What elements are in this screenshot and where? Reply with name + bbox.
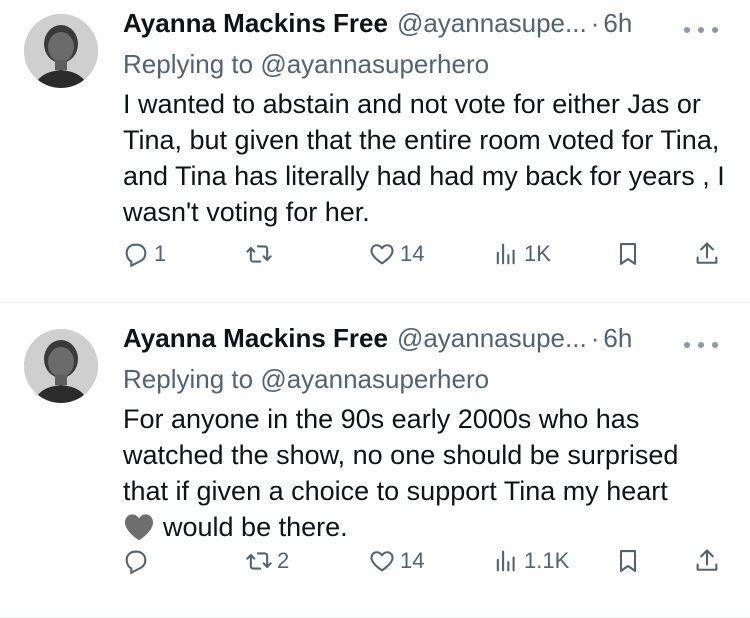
views-icon <box>496 550 515 572</box>
timestamp[interactable]: 6h <box>603 323 632 354</box>
reply-icon <box>125 243 147 268</box>
views-icon <box>496 243 515 265</box>
author-name[interactable]: Ayanna Mackins Free <box>123 323 388 354</box>
tweet-text-after-emoji: would be there. <box>163 512 348 542</box>
like-count: 14 <box>400 241 425 266</box>
views-count: 1.1K <box>524 548 570 573</box>
tweet-actions: 2 14 1.1K <box>0 547 718 583</box>
like-button[interactable]: 14 <box>368 547 424 575</box>
separator-dot: · <box>590 323 600 353</box>
tweet-header: Ayanna Mackins Free @ayannasupe... · 6h <box>123 8 730 46</box>
author-handle[interactable]: @ayannasupe... <box>397 323 587 354</box>
separator-dot: · <box>590 8 600 38</box>
reply-icon <box>125 550 147 575</box>
replying-prefix: Replying to <box>123 364 254 394</box>
like-count: 14 <box>400 548 425 573</box>
retweet-icon <box>246 245 272 263</box>
tweet-text: For anyone in the 90s early 2000s who ha… <box>123 401 730 551</box>
reply-button[interactable]: 1 <box>122 240 166 268</box>
bookmark-button[interactable] <box>614 240 642 268</box>
heart-emoji-icon <box>123 512 155 551</box>
replying-to-handle[interactable]: @ayannasuperhero <box>260 49 489 79</box>
tweet[interactable]: Ayanna Mackins Free @ayannasupe... · 6h … <box>0 0 750 303</box>
tweet-header: Ayanna Mackins Free @ayannasupe... · 6h <box>123 323 730 361</box>
share-button[interactable] <box>693 240 721 268</box>
more-icon[interactable] <box>684 335 718 355</box>
replying-prefix: Replying to <box>123 49 254 79</box>
tweet-text: I wanted to abstain and not vote for eit… <box>123 89 725 227</box>
timestamp[interactable]: 6h <box>603 8 632 39</box>
tweet[interactable]: Ayanna Mackins Free @ayannasupe... · 6h … <box>0 303 750 618</box>
avatar[interactable] <box>24 14 98 88</box>
retweet-icon <box>246 552 272 570</box>
views-button[interactable]: 1.1K <box>492 547 569 575</box>
reply-count: 1 <box>154 241 167 266</box>
retweet-count: 2 <box>277 548 290 573</box>
heart-icon <box>370 244 394 265</box>
more-icon[interactable] <box>684 20 718 40</box>
tweet-text-main: For anyone in the 90s early 2000s who ha… <box>123 404 679 506</box>
retweet-button[interactable]: 2 <box>245 547 289 575</box>
share-icon <box>696 549 718 571</box>
avatar-image <box>24 329 98 403</box>
replying-to-handle[interactable]: @ayannasuperhero <box>260 364 489 394</box>
author-name[interactable]: Ayanna Mackins Free <box>123 8 388 39</box>
bookmark-button[interactable] <box>614 547 642 575</box>
share-button[interactable] <box>693 547 721 575</box>
author-handle[interactable]: @ayannasupe... <box>397 8 587 39</box>
bookmark-icon <box>619 550 637 572</box>
share-icon <box>696 242 718 264</box>
views-button[interactable]: 1K <box>492 240 551 268</box>
tweet-actions: 1 14 1K <box>0 240 718 276</box>
replying-to: Replying to @ayannasuperhero <box>123 46 730 82</box>
reply-button[interactable] <box>122 547 154 575</box>
like-button[interactable]: 14 <box>368 240 424 268</box>
retweet-button[interactable] <box>245 240 277 268</box>
heart-icon <box>370 551 394 572</box>
replying-to: Replying to @ayannasuperhero <box>123 361 730 397</box>
views-count: 1K <box>524 241 551 266</box>
avatar-image <box>24 14 98 88</box>
avatar[interactable] <box>24 329 98 403</box>
bookmark-icon <box>619 243 637 265</box>
